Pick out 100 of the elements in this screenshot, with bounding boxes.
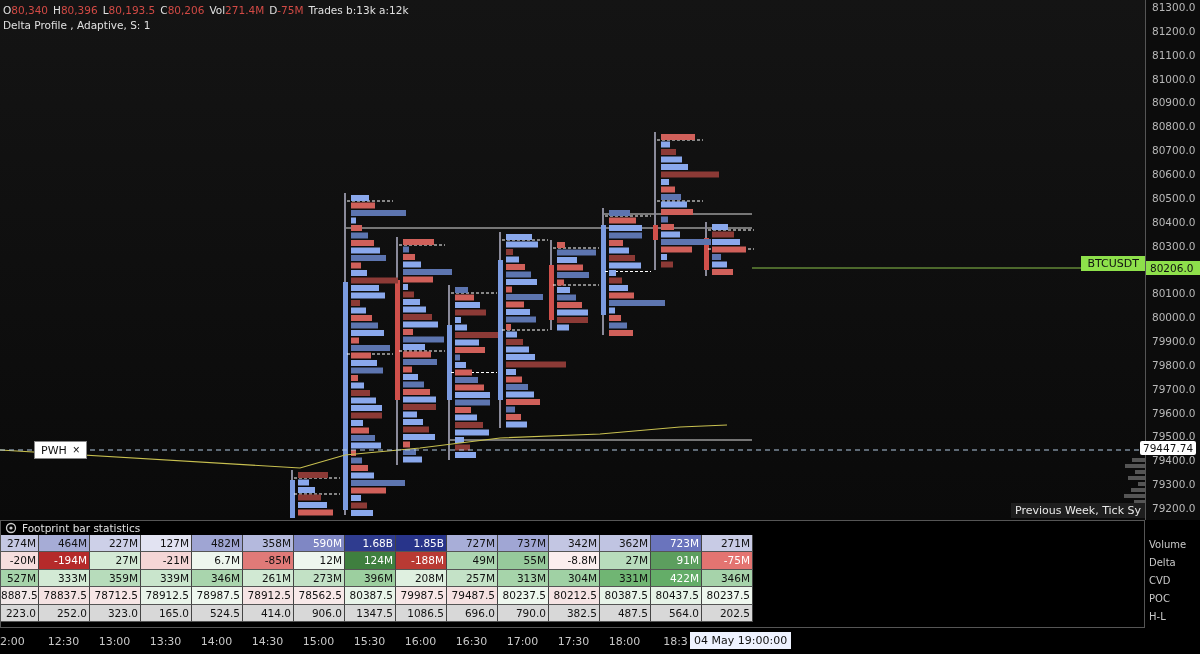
last-price-label: 80206.0 (1146, 261, 1200, 275)
ohlc-value: D-75M (269, 4, 304, 16)
panel-title: Footprint bar statistics (22, 522, 141, 534)
stat-cell: 362M (600, 535, 651, 553)
stat-cell: 55M (498, 552, 549, 570)
price-tick: 80900.0 (1152, 96, 1196, 109)
price-tick: 80500.0 (1152, 191, 1196, 204)
price-tick: 79700.0 (1152, 382, 1196, 395)
time-label: 14:30 (250, 634, 285, 648)
price-tick: 79800.0 (1152, 358, 1196, 371)
stat-cell: 1.85B (396, 535, 447, 553)
stat-cell: 358M (243, 535, 294, 553)
ohlc-value: Vol271.4M (209, 4, 265, 16)
time-label: 16:30 (454, 634, 489, 648)
stat-cell: -188M (396, 552, 447, 570)
stat-cell: 127M (141, 535, 192, 553)
stat-cell: 482M (192, 535, 243, 553)
stat-cell: 271M (702, 535, 753, 553)
ohlc-value: H80,396 (53, 4, 98, 16)
price-tick: 81200.0 (1152, 24, 1196, 37)
stat-cell: 124M (345, 552, 396, 570)
stat-cell: 274M (1, 535, 39, 553)
price-tick: 81300.0 (1152, 1, 1196, 13)
price-tick: 80000.0 (1152, 311, 1196, 324)
stat-cell: -8.8M (549, 552, 600, 570)
time-label: 14:00 (199, 634, 234, 648)
price-tick: 80600.0 (1152, 168, 1196, 180)
price-tick: 79200.0 (1152, 502, 1196, 515)
price-tick: 80800.0 (1152, 120, 1196, 133)
price-tick: 81000.0 (1152, 72, 1196, 85)
row-label: POC (1149, 592, 1171, 606)
row-label: Volume (1149, 538, 1187, 552)
row-label: H-L (1149, 610, 1167, 624)
stat-cell: 78987.5 (192, 587, 243, 605)
price-tick: 81100.0 (1152, 48, 1196, 61)
stat-cell: 27M (90, 552, 141, 570)
stat-cell: 80237.5 (498, 587, 549, 605)
stat-cell: 1.68B (345, 535, 396, 553)
indicator-name: Delta Profile , Adaptive, S: 1 (3, 19, 152, 31)
price-tick: 79500.0 (1152, 430, 1196, 443)
stat-cell: 8887.5 (1, 587, 39, 605)
stat-cell: 80237.5 (702, 587, 753, 605)
ohlc-value: C80,206 (160, 4, 205, 16)
stat-cell: 737M (498, 535, 549, 553)
stat-cell: 78912.5 (243, 587, 294, 605)
stat-cell: 464M (39, 535, 90, 553)
stat-cell: 6.7M (192, 552, 243, 570)
time-label: 16:00 (403, 634, 438, 648)
row-label: Delta (1149, 556, 1177, 570)
time-label: 15:30 (352, 634, 387, 648)
stat-cell: 80387.5 (600, 587, 651, 605)
stat-cell: 590M (294, 535, 345, 553)
time-label: 2:00 (0, 634, 26, 648)
close-button[interactable]: × (72, 443, 80, 457)
cursor-time-label: 04 May 19:00:00 (690, 632, 792, 649)
stat-cell: 79987.5 (396, 587, 447, 605)
ohlc-value: L80,193.5 (102, 4, 156, 16)
price-tick: 79600.0 (1152, 406, 1196, 419)
stat-cell: 27M (600, 552, 651, 570)
stat-cell: 49M (447, 552, 498, 570)
price-tick: 79900.0 (1152, 335, 1196, 348)
time-label: 18:00 (607, 634, 642, 648)
stat-cell: -20M (1, 552, 39, 570)
row-label: CVD (1149, 574, 1172, 588)
pwh-text: PWH (41, 443, 67, 457)
stat-cell: 78562.5 (294, 587, 345, 605)
price-tick: 80100.0 (1152, 287, 1196, 300)
stat-cell: 91M (651, 552, 702, 570)
stat-cell: 12M (294, 552, 345, 570)
price-tick: 79400.0 (1152, 454, 1196, 467)
symbol-label: BTCUSDT (1081, 256, 1145, 271)
stat-cell: 80387.5 (345, 587, 396, 605)
time-label: 13:30 (148, 634, 183, 648)
stat-cell: 78837.5 (39, 587, 90, 605)
time-label: 17:00 (505, 634, 540, 648)
stat-cell: -75M (702, 552, 753, 570)
stat-cell: 79487.5 (447, 587, 498, 605)
stat-cell: 80437.5 (651, 587, 702, 605)
time-label: 13:00 (97, 634, 132, 648)
price-tick: 80700.0 (1152, 144, 1196, 157)
settings-icon[interactable] (5, 522, 17, 534)
time-label: 15:00 (301, 634, 336, 648)
stat-cell: 227M (90, 535, 141, 553)
price-tick: 80300.0 (1152, 239, 1196, 252)
legend-label: Previous Week, Tick Sy (1011, 503, 1145, 518)
stat-cell: 80212.5 (549, 587, 600, 605)
stat-cell: 723M (651, 535, 702, 553)
time-label: 17:30 (556, 634, 591, 648)
price-tick: 79300.0 (1152, 478, 1196, 491)
ohlc-value: O80,340 (3, 4, 48, 16)
stat-cell: 727M (447, 535, 498, 553)
time-label: 12:30 (46, 634, 81, 648)
cursor-price-label: 79447.74 (1140, 441, 1197, 455)
stat-cell: -21M (141, 552, 192, 570)
price-tick: 80400.0 (1152, 215, 1196, 228)
stat-cell: -194M (39, 552, 90, 570)
trades-count: Trades b:13k a:12k (308, 4, 409, 16)
stat-cell: -85M (243, 552, 294, 570)
stat-cell: 78912.5 (141, 587, 192, 605)
stat-cell: 342M (549, 535, 600, 553)
